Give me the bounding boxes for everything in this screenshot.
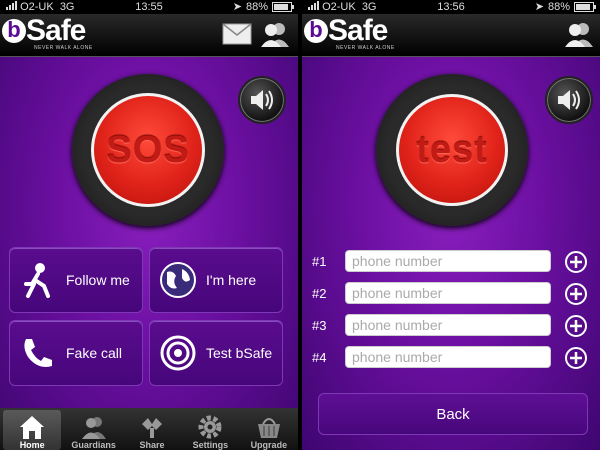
- add-contact-icon[interactable]: [564, 314, 588, 338]
- speaker-icon[interactable]: [238, 76, 286, 124]
- battery-percent: 88%: [245, 1, 268, 13]
- status-bar: O2-UK 3G 13:56 ➤ 88%: [302, 0, 600, 14]
- share-icon: [142, 418, 163, 438]
- add-contact-icon[interactable]: [564, 250, 588, 274]
- globe-icon: [160, 262, 196, 298]
- app-header: b Safe NEVER WALK ALONE: [302, 14, 600, 57]
- guardians-icon[interactable]: [260, 20, 290, 48]
- add-contact-icon[interactable]: [564, 346, 588, 370]
- running-person-icon: [24, 263, 50, 298]
- phone-number-input-2[interactable]: [345, 282, 551, 304]
- test-bsafe-button[interactable]: Test bSafe: [149, 320, 283, 386]
- phone-number-input-3[interactable]: [345, 314, 551, 336]
- mail-icon[interactable]: [222, 22, 252, 46]
- test-button[interactable]: test: [396, 94, 508, 206]
- basket-icon: [257, 418, 280, 438]
- tab-share[interactable]: Share: [123, 408, 181, 450]
- im-here-button[interactable]: I'm here: [149, 247, 283, 313]
- battery-icon: [574, 2, 596, 12]
- tab-settings[interactable]: Settings: [181, 408, 239, 450]
- guardians-icon[interactable]: [564, 20, 594, 48]
- follow-me-button[interactable]: Follow me: [9, 247, 143, 313]
- phone-row-1: #1: [302, 250, 600, 276]
- test-screen: O2-UK 3G 13:56 ➤ 88% b Safe NEVER WALK A…: [302, 0, 600, 450]
- location-arrow-icon: ➤: [534, 1, 544, 13]
- location-arrow-icon: ➤: [232, 1, 242, 13]
- tab-upgrade[interactable]: Upgrade: [240, 408, 298, 450]
- speaker-icon[interactable]: [545, 76, 593, 124]
- phone-handset-icon: [24, 339, 52, 367]
- phone-row-2: #2: [302, 282, 600, 308]
- sos-label: SOS: [106, 128, 190, 171]
- add-contact-icon[interactable]: [564, 282, 588, 306]
- tab-guardians[interactable]: Guardians: [64, 408, 122, 450]
- battery-icon: [272, 2, 294, 12]
- fake-call-button[interactable]: Fake call: [9, 320, 143, 386]
- tab-bar: Home Guardians Share Settings Upgrade: [0, 408, 298, 450]
- sos-button[interactable]: SOS: [91, 93, 205, 207]
- home-screen: O2-UK 3G 13:55 ➤ 88% b Safe NEVER WALK A…: [0, 0, 298, 450]
- target-icon: [160, 335, 196, 371]
- test-label: test: [416, 128, 488, 171]
- home-icon: [20, 416, 45, 439]
- phone-number-input-1[interactable]: [345, 250, 551, 272]
- status-bar: O2-UK 3G 13:55 ➤ 88%: [0, 0, 298, 14]
- battery-percent: 88%: [547, 1, 570, 13]
- phone-row-4: #4: [302, 346, 600, 372]
- app-header: b Safe NEVER WALK ALONE: [0, 14, 298, 57]
- guardians-icon: [81, 417, 106, 439]
- phone-row-3: #3: [302, 314, 600, 340]
- back-button[interactable]: Back: [318, 393, 588, 435]
- gear-icon: [198, 415, 222, 439]
- tab-home[interactable]: Home: [3, 410, 62, 450]
- phone-number-input-4[interactable]: [345, 346, 551, 368]
